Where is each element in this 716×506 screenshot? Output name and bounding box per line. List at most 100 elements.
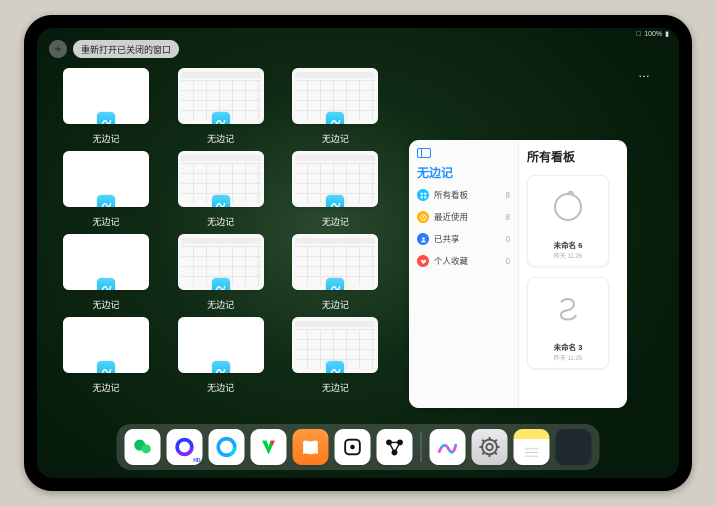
ipad-frame: 􀙇 100% ▮ + 重新打开已关闭的窗口 无边记 无边记 bbox=[24, 15, 692, 491]
category-count: 0 bbox=[506, 257, 510, 266]
app-window-label: 无边记 bbox=[63, 381, 149, 394]
freeform-app-icon bbox=[326, 195, 344, 207]
nodes-app-icon[interactable] bbox=[377, 429, 413, 465]
app-library-icon[interactable] bbox=[556, 429, 592, 465]
board-item[interactable]: 未命名 3 昨天 11:25 bbox=[527, 277, 609, 369]
new-window-button[interactable]: + bbox=[49, 40, 67, 58]
category-label: 所有看板 bbox=[434, 189, 468, 201]
category-label: 已共享 bbox=[434, 233, 460, 245]
iqiyi-app-icon[interactable] bbox=[251, 429, 287, 465]
quark-app-icon[interactable]: HD bbox=[167, 429, 203, 465]
app-window-label: 无边记 bbox=[63, 132, 149, 145]
clock-icon bbox=[417, 211, 429, 223]
status-bar: 􀙇 100% ▮ bbox=[636, 30, 669, 38]
board-name: 未命名 6 bbox=[554, 240, 583, 251]
notes-app-icon[interactable] bbox=[514, 429, 550, 465]
app-window-label: 无边记 bbox=[63, 298, 149, 311]
settings-app-icon[interactable] bbox=[472, 429, 508, 465]
app-window-thumb[interactable]: 无边记 bbox=[292, 151, 378, 228]
person-icon bbox=[417, 233, 429, 245]
freeform-app-icon[interactable] bbox=[430, 429, 466, 465]
app-window-thumb[interactable]: 无边记 bbox=[63, 234, 149, 311]
app-window-label: 无边记 bbox=[292, 298, 378, 311]
window-preview bbox=[63, 234, 149, 290]
freeform-app-icon bbox=[212, 278, 230, 290]
category-label: 最近使用 bbox=[434, 211, 468, 223]
app-window-label: 无边记 bbox=[292, 381, 378, 394]
dice-app-icon[interactable] bbox=[335, 429, 371, 465]
board-sub: 昨天 11:25 bbox=[554, 353, 583, 362]
app-window-label: 无边记 bbox=[63, 215, 149, 228]
app-windows-grid: 无边记 无边记 无边记 无边记 bbox=[63, 68, 383, 394]
freeform-app-icon bbox=[97, 112, 115, 124]
category-favorites[interactable]: 个人收藏 0 bbox=[417, 255, 510, 267]
freeform-panel[interactable]: 无边记 所有看板 8 最近使用 8 bbox=[409, 140, 627, 408]
window-preview bbox=[178, 151, 264, 207]
freeform-app-icon bbox=[326, 361, 344, 373]
freeform-app-icon bbox=[97, 195, 115, 207]
freeform-app-icon bbox=[212, 361, 230, 373]
dock-separator bbox=[421, 432, 422, 462]
top-bar: + 重新打开已关闭的窗口 bbox=[49, 40, 179, 58]
battery-percent: 100% bbox=[644, 31, 662, 38]
window-preview bbox=[178, 234, 264, 290]
board-preview bbox=[540, 284, 596, 334]
panel-right-title: 所有看板 bbox=[527, 148, 619, 165]
wechat-app-icon[interactable] bbox=[125, 429, 161, 465]
reopen-closed-window-button[interactable]: 重新打开已关闭的窗口 bbox=[73, 40, 179, 58]
freeform-app-icon bbox=[97, 278, 115, 290]
qqbrowser-app-icon[interactable] bbox=[209, 429, 245, 465]
app-window-thumb[interactable]: 无边记 bbox=[63, 151, 149, 228]
dock: HD bbox=[117, 424, 600, 470]
app-window-thumb[interactable]: 无边记 bbox=[292, 68, 378, 145]
freeform-app-icon bbox=[326, 112, 344, 124]
board-sub: 昨天 11:26 bbox=[554, 251, 583, 260]
window-preview bbox=[63, 68, 149, 124]
panel-more-icon[interactable]: … bbox=[638, 66, 651, 80]
window-preview bbox=[63, 317, 149, 373]
app-window-thumb[interactable]: 无边记 bbox=[292, 234, 378, 311]
panel-left-title: 无边记 bbox=[417, 164, 510, 181]
app-window-label: 无边记 bbox=[292, 132, 378, 145]
app-window-thumb[interactable]: 无边记 bbox=[178, 317, 264, 394]
window-preview bbox=[63, 151, 149, 207]
board-name: 未命名 3 bbox=[554, 342, 583, 353]
heart-icon bbox=[417, 255, 429, 267]
panel-content: 所有看板 未命名 6 昨天 11:26 bbox=[519, 140, 627, 408]
battery-icon: ▮ bbox=[665, 30, 669, 38]
app-window-thumb[interactable]: 无边记 bbox=[292, 317, 378, 394]
app-window-thumb[interactable]: 无边记 bbox=[178, 234, 264, 311]
window-preview bbox=[178, 68, 264, 124]
home-screen: 􀙇 100% ▮ + 重新打开已关闭的窗口 无边记 无边记 bbox=[37, 28, 679, 478]
app-window-label: 无边记 bbox=[178, 215, 264, 228]
category-recent[interactable]: 最近使用 8 bbox=[417, 211, 510, 223]
category-label: 个人收藏 bbox=[434, 255, 468, 267]
app-window-label: 无边记 bbox=[292, 215, 378, 228]
category-shared[interactable]: 已共享 0 bbox=[417, 233, 510, 245]
window-preview bbox=[292, 317, 378, 373]
category-all[interactable]: 所有看板 8 bbox=[417, 189, 510, 201]
window-preview bbox=[292, 151, 378, 207]
app-window-thumb[interactable]: 无边记 bbox=[63, 68, 149, 145]
panel-sidebar: 无边记 所有看板 8 最近使用 8 bbox=[409, 140, 519, 408]
category-count: 0 bbox=[506, 235, 510, 244]
grid-icon bbox=[417, 189, 429, 201]
freeform-app-icon bbox=[212, 112, 230, 124]
app-window-label: 无边记 bbox=[178, 298, 264, 311]
freeform-app-icon bbox=[326, 278, 344, 290]
window-preview bbox=[178, 317, 264, 373]
board-item[interactable]: 未命名 6 昨天 11:26 bbox=[527, 175, 609, 267]
app-window-label: 无边记 bbox=[178, 132, 264, 145]
app-window-label: 无边记 bbox=[178, 381, 264, 394]
window-preview bbox=[292, 68, 378, 124]
category-count: 8 bbox=[506, 191, 510, 200]
app-window-thumb[interactable]: 无边记 bbox=[178, 151, 264, 228]
wifi-icon: 􀙇 bbox=[636, 31, 641, 38]
window-preview bbox=[292, 234, 378, 290]
app-window-thumb[interactable]: 无边记 bbox=[178, 68, 264, 145]
app-window-thumb[interactable]: 无边记 bbox=[63, 317, 149, 394]
category-count: 8 bbox=[506, 213, 510, 222]
board-preview bbox=[540, 182, 596, 232]
books-app-icon[interactable] bbox=[293, 429, 329, 465]
sidebar-toggle-icon[interactable] bbox=[417, 148, 431, 158]
